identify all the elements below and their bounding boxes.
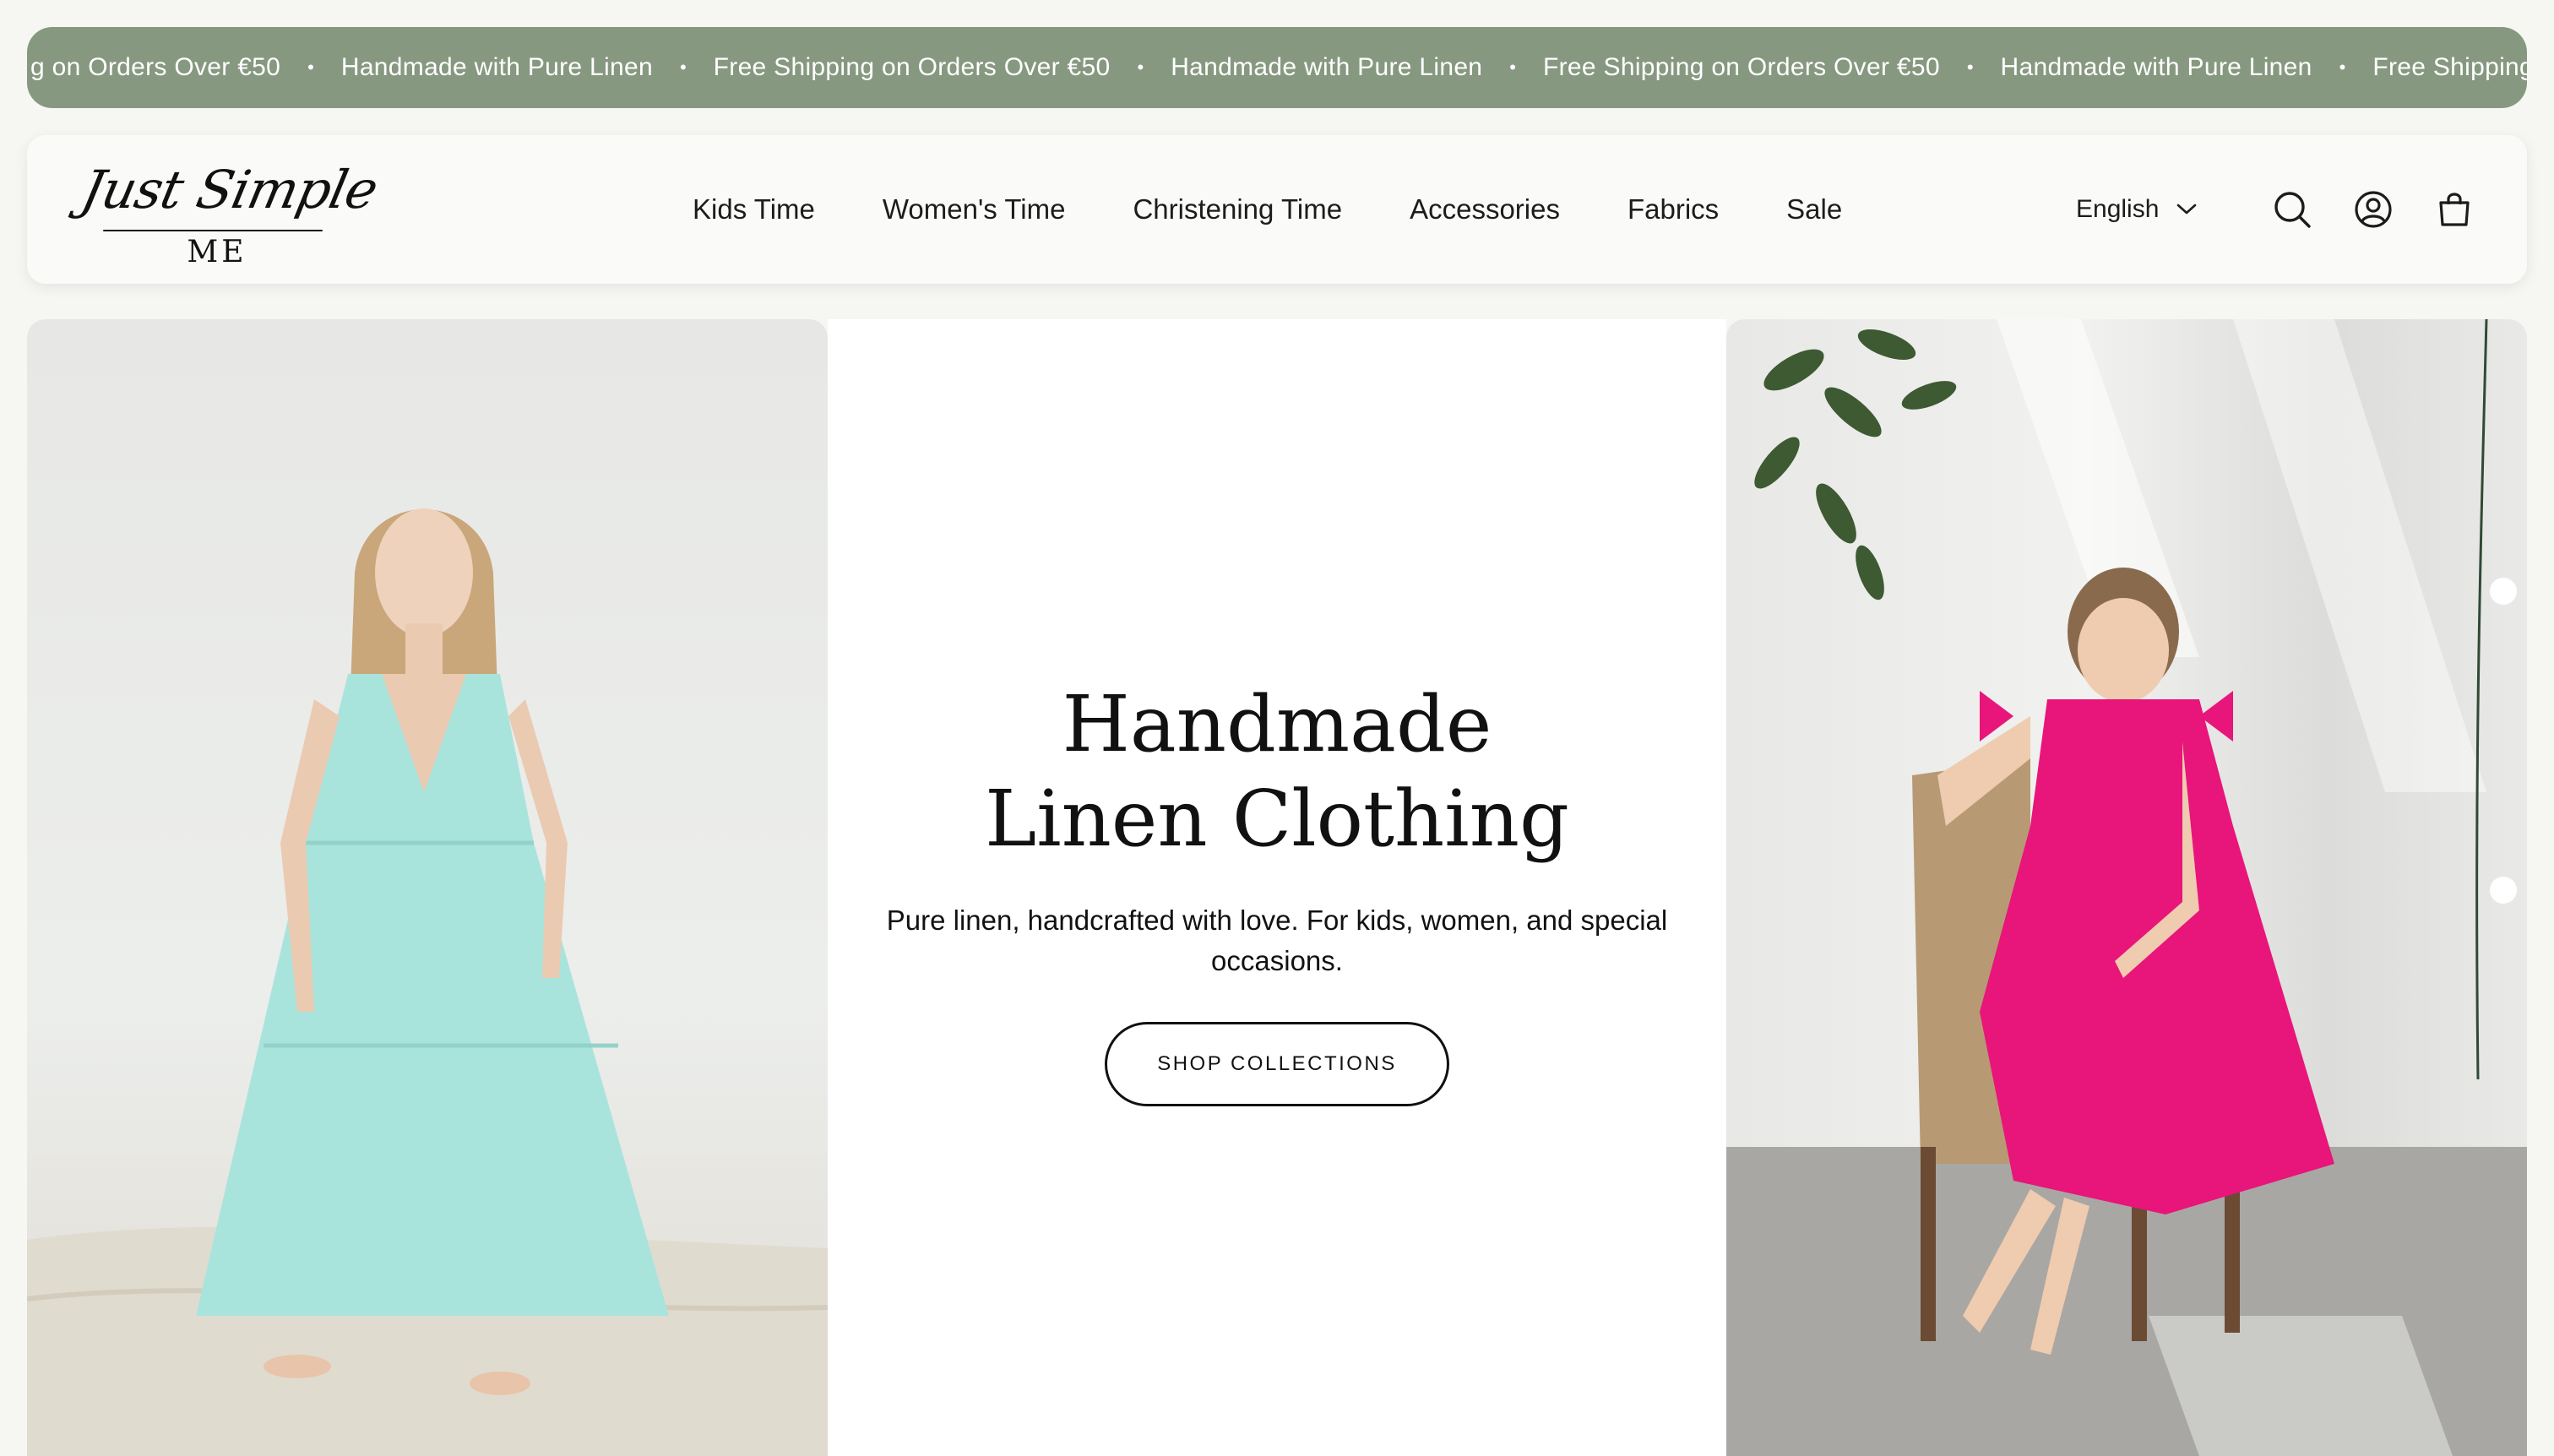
- language-label: English: [2076, 195, 2160, 223]
- search-button[interactable]: [2269, 186, 2316, 233]
- account-icon: [2355, 191, 2392, 228]
- shop-collections-button[interactable]: SHOP COLLECTIONS: [1105, 1022, 1449, 1106]
- hero-content: Handmade Linen Clothing Pure linen, hand…: [828, 319, 1726, 1456]
- announcement-message: Handmade with Pure Linen: [340, 53, 653, 81]
- nav-item-womens-time[interactable]: Women's Time: [883, 193, 1066, 225]
- announcement-message: Handmade with Pure Linen: [2000, 53, 2312, 81]
- logo-script-text: Just Simple: [76, 159, 383, 220]
- logo-underline: [103, 230, 323, 231]
- hero-subtitle: Pure linen, handcrafted with love. For k…: [886, 905, 1668, 976]
- hero-title-text: Handmade Linen Clothing: [985, 679, 1569, 864]
- announcement-message: Free Shipping on Orders Over €50: [713, 53, 1111, 81]
- girl-in-pink-dress-illustration: [1726, 319, 2527, 1456]
- main-nav: Kids Time Women's Time Christening Time …: [693, 135, 1910, 284]
- announcement-message: Free Shipping on Orders Over €50: [2372, 53, 2527, 81]
- nav-item-fabrics[interactable]: Fabrics: [1627, 193, 1719, 225]
- search-icon: [2274, 192, 2311, 228]
- nav-item-sale[interactable]: Sale: [1786, 193, 1842, 225]
- chevron-down-icon: [2177, 204, 2197, 215]
- woman-in-mint-dress-illustration: [27, 508, 828, 1456]
- hero-image-kids[interactable]: [1726, 319, 2527, 1456]
- announcement-separator: •: [1966, 57, 1974, 78]
- announcement-separator: •: [2339, 57, 2346, 78]
- nav-item-christening-time[interactable]: Christening Time: [1133, 193, 1342, 225]
- announcement-message: g on Orders Over €50: [30, 53, 281, 81]
- logo-sub-text: ME: [187, 235, 247, 269]
- cart-button[interactable]: [2431, 186, 2478, 233]
- site-header: Just Simple ME Kids Time Women's Time Ch…: [27, 135, 2527, 284]
- announcement-track: g on Orders Over €50 • Handmade with Pur…: [27, 27, 2527, 108]
- cart-icon: [2439, 193, 2470, 226]
- hero-image-women[interactable]: [27, 319, 828, 1456]
- announcement-separator: •: [1509, 57, 1516, 78]
- announcement-separator: •: [1137, 57, 1144, 78]
- announcement-separator: •: [307, 57, 314, 78]
- brand-logo[interactable]: Just Simple ME: [76, 159, 383, 269]
- nav-item-kids-time[interactable]: Kids Time: [693, 193, 815, 225]
- announcement-separator: •: [679, 57, 687, 78]
- nav-item-accessories[interactable]: Accessories: [1410, 193, 1560, 225]
- announcement-message: Free Shipping on Orders Over €50: [1543, 53, 1940, 81]
- announcement-message: Handmade with Pure Linen: [1171, 53, 1483, 81]
- language-selector[interactable]: English: [2076, 135, 2198, 284]
- hero-title: Handmade Linen Clothing: [828, 677, 1726, 867]
- account-button[interactable]: [2350, 186, 2397, 233]
- announcement-bar: g on Orders Over €50 • Handmade with Pur…: [27, 27, 2527, 108]
